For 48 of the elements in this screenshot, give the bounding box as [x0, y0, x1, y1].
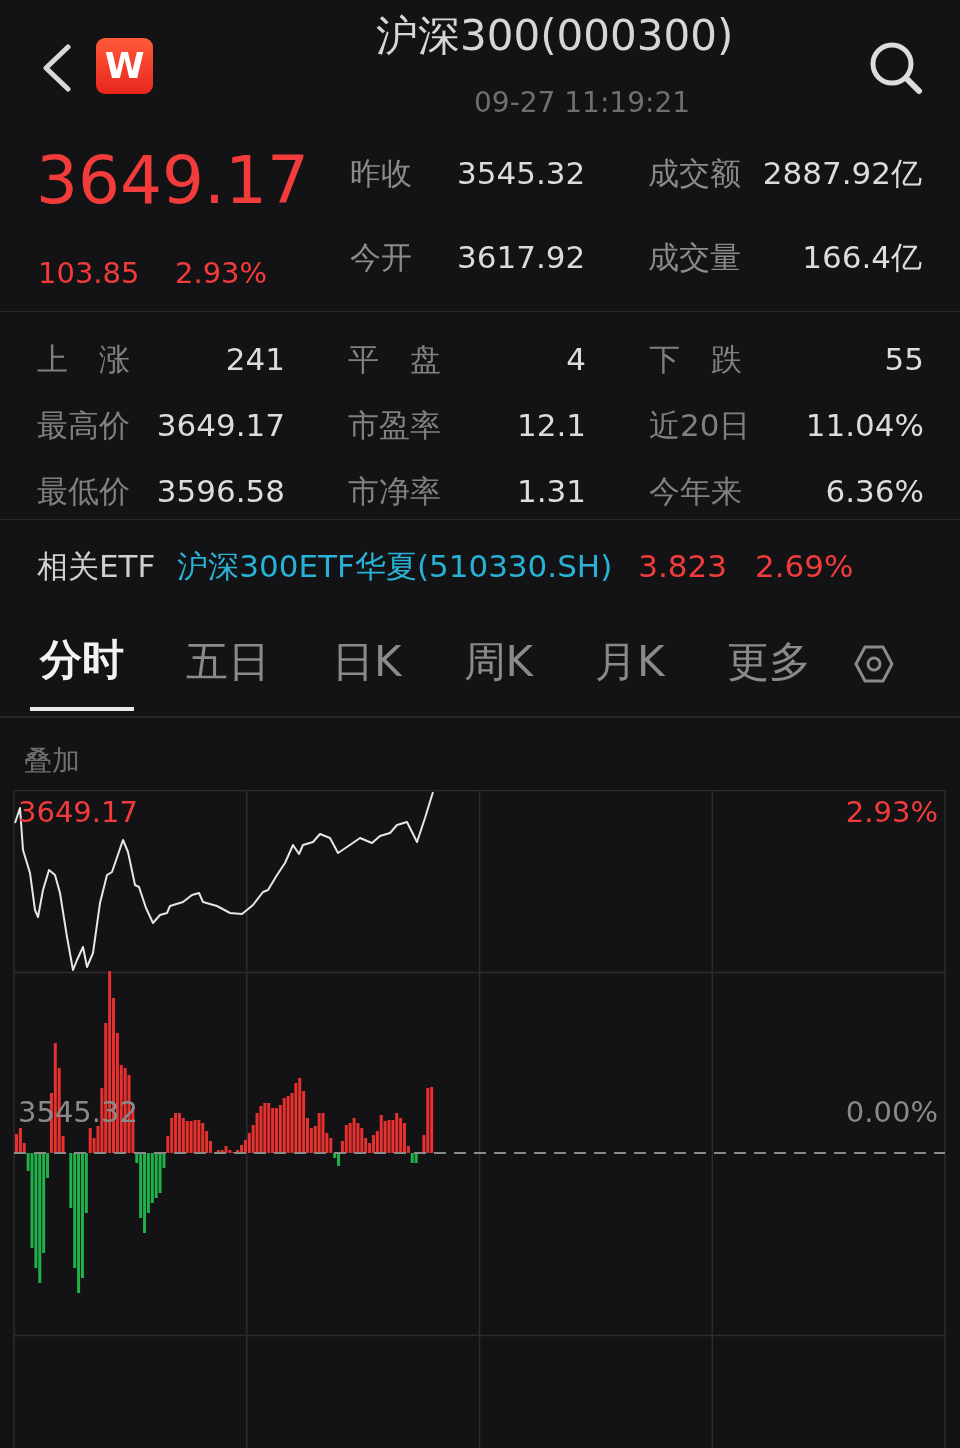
current-price: 3649.17 — [36, 148, 309, 214]
field-value: 3545.32 — [457, 154, 586, 193]
quote-time: 09-27 11:19:21 — [474, 85, 690, 121]
field-label: 成交额 — [648, 154, 741, 193]
chart-tab[interactable]: 周K — [463, 618, 534, 710]
app-logo[interactable]: W — [96, 38, 153, 94]
stat-label: 市盈率 — [348, 405, 441, 445]
chart-tab[interactable]: 分时 — [30, 616, 134, 712]
chart-tab[interactable]: 月K — [595, 618, 665, 710]
settings-icon[interactable] — [852, 643, 895, 685]
stat-value: 6.36% — [825, 471, 924, 511]
chart-tab[interactable]: 五日 — [186, 618, 270, 710]
stat-value: 4 — [566, 339, 586, 379]
stat-label: 下 跌 — [649, 339, 742, 379]
stat-value: 3596.58 — [156, 471, 285, 511]
axis-label: 0.00% — [845, 1095, 938, 1129]
stat-value: 241 — [225, 339, 285, 379]
change-percent: 2.93% — [175, 255, 268, 292]
search-icon[interactable] — [868, 40, 924, 96]
index-title: 沪深300(000300) — [376, 10, 734, 62]
etf-label: 相关ETF — [37, 546, 156, 586]
stat-label: 今年来 — [649, 471, 742, 511]
price-change: 103.85 — [38, 255, 140, 292]
stat-label: 市净率 — [348, 471, 441, 511]
stat-label: 上 涨 — [37, 339, 130, 379]
stat-label: 平 盘 — [348, 339, 441, 379]
stat-value: 55 — [884, 339, 924, 379]
etf-price: 3.823 — [638, 546, 727, 586]
back-icon[interactable] — [40, 44, 72, 92]
etf-link[interactable]: 沪深300ETF华夏(510330.SH) — [177, 542, 613, 590]
stat-label: 最低价 — [37, 471, 130, 511]
etf-change: 2.69% — [755, 546, 854, 586]
axis-label: 2.93% — [845, 795, 938, 829]
field-label: 成交量 — [648, 238, 741, 277]
field-label: 今开 — [350, 238, 412, 277]
stat-value: 11.04% — [805, 405, 924, 445]
field-label: 昨收 — [350, 154, 412, 193]
field-value: 3617.92 — [457, 238, 586, 277]
stat-label: 近20日 — [649, 405, 751, 445]
field-value: 2887.92亿 — [762, 154, 922, 193]
chart-tab[interactable]: 日K — [332, 618, 402, 710]
stat-value: 3649.17 — [156, 405, 285, 445]
chart-tab[interactable]: 更多 — [726, 618, 811, 710]
overlay-label[interactable]: 叠加 — [24, 744, 80, 777]
stat-value: 12.1 — [516, 405, 586, 445]
stat-value: 1.31 — [516, 471, 586, 511]
field-value: 166.4亿 — [802, 238, 922, 277]
stat-label: 最高价 — [37, 405, 130, 445]
